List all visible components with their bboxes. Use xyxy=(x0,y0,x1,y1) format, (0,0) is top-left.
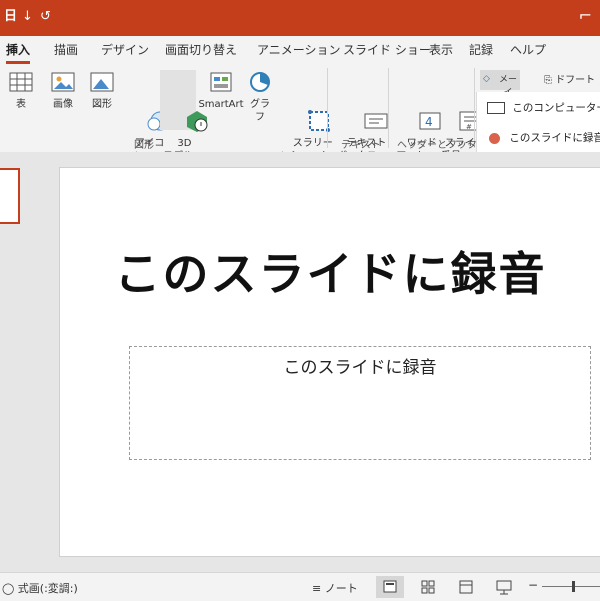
draft-button[interactable]: ⎘ ドフート xyxy=(544,74,600,87)
screenshot-icon xyxy=(287,96,331,132)
zoom-slider-thumb[interactable] xyxy=(572,581,575,592)
insert-3d-model-button[interactable]: 3D モデル xyxy=(160,70,208,162)
insert-shapes-button[interactable]: 図形 xyxy=(86,70,118,111)
3d-model-icon xyxy=(165,96,208,132)
status-bar: ◯ 式画(:変調:) ≡ ノート − xyxy=(0,572,600,601)
quick-access-redo-icon[interactable]: ↺ xyxy=(40,8,51,26)
recording-dropdown: このコンピューター上と このスライドに録音 xyxy=(476,92,600,152)
smartart-label: SmartArt xyxy=(198,99,244,110)
notes-icon: ≡ xyxy=(312,582,322,595)
tab-view[interactable]: 表示 xyxy=(429,42,453,58)
record-dot-icon xyxy=(489,132,500,144)
tab-draw[interactable]: 描画 xyxy=(54,42,78,58)
draft-label: ドフート xyxy=(555,75,596,86)
presentation-icon xyxy=(496,580,512,595)
chart-icon xyxy=(247,70,273,94)
window-control-icon[interactable]: ⌐ xyxy=(579,6,592,25)
subtitle-placeholder[interactable]: このスライドに録音 xyxy=(129,346,591,460)
slide-sorter-button[interactable] xyxy=(414,576,442,598)
svg-text:#: # xyxy=(466,123,472,131)
wordart-icon: 4 xyxy=(398,96,441,130)
comment-icon: ◇ xyxy=(483,74,490,84)
slide-number-icon: # xyxy=(438,96,481,131)
group-label-text: テキスト xyxy=(341,140,381,151)
insert-image-button[interactable]: 画像 xyxy=(48,70,78,111)
image-icon xyxy=(50,70,76,94)
zoom-out-icon[interactable]: − xyxy=(528,578,538,592)
normal-view-icon xyxy=(383,580,397,593)
shapes-label: 図形 xyxy=(92,99,112,110)
record-this-slide-option[interactable]: このスライドに録音 xyxy=(489,130,600,145)
comment-button[interactable]: ◇ メーイ xyxy=(480,70,520,98)
ribbon-separator xyxy=(327,68,328,148)
title-bar: 日 ↓ ↺ ⌐ xyxy=(0,0,600,36)
tab-record[interactable]: 記録 xyxy=(469,42,493,58)
tab-help[interactable]: ヘルプ xyxy=(510,42,546,58)
image-label: 画像 xyxy=(53,99,73,110)
app-icon: 日 xyxy=(4,9,18,24)
tab-slideshow[interactable]: スライド ショー xyxy=(343,42,431,58)
monitor-icon xyxy=(487,102,505,114)
ribbon-tabs: 挿入 描画 デザイン 画面切り替え アニメーション スライド ショー 表示 記録… xyxy=(0,36,600,64)
notes-button[interactable]: ≡ ノート xyxy=(312,580,358,596)
slide-thumbnail-pane xyxy=(0,152,36,572)
insert-chart-button[interactable]: グラフ xyxy=(246,70,274,124)
reading-view-icon xyxy=(459,580,473,594)
group-label-shapes: 図形 xyxy=(134,140,154,151)
smartart-icon xyxy=(208,70,234,94)
record-this-slide-label: このスライドに録音 xyxy=(509,132,600,144)
shapes-icon xyxy=(89,70,115,94)
chart-label: グラフ xyxy=(250,99,270,123)
notes-label: ノート xyxy=(324,582,358,595)
slide-thumbnail[interactable] xyxy=(0,168,20,224)
tab-insert[interactable]: 挿入 xyxy=(6,42,31,64)
table-icon xyxy=(8,70,34,94)
insert-table-button[interactable]: 表 xyxy=(6,70,36,111)
group-label-header-footer: ヘッダーとフッター xyxy=(397,140,487,151)
tab-animations[interactable]: アニメーション xyxy=(257,42,341,58)
grid-icon xyxy=(421,580,435,594)
reading-view-button[interactable] xyxy=(452,576,480,598)
slideshow-button[interactable] xyxy=(490,576,518,598)
slide-subtitle: このスライドに録音 xyxy=(283,358,437,378)
status-text: ◯ 式画(:変調:) xyxy=(2,582,78,595)
normal-view-button[interactable] xyxy=(376,576,404,598)
draft-icon: ⎘ xyxy=(544,75,552,86)
slide[interactable]: このスライドに録音 このスライドに録音 xyxy=(59,167,600,557)
quick-access-undo-icon[interactable]: ↓ xyxy=(22,8,33,26)
ribbon-separator xyxy=(388,68,389,148)
textbox-icon xyxy=(344,96,388,129)
zoom-slider[interactable] xyxy=(542,581,600,592)
slide-title[interactable]: このスライドに録音 xyxy=(60,238,600,304)
tab-design[interactable]: デザイン xyxy=(101,42,149,58)
insert-smartart-button[interactable]: SmartArt xyxy=(197,70,245,111)
record-from-computer-option[interactable]: このコンピューター上と xyxy=(487,100,600,115)
record-from-computer-label: このコンピューター上と xyxy=(512,102,600,114)
table-label: 表 xyxy=(16,99,26,110)
tab-transitions[interactable]: 画面切り替え xyxy=(165,42,237,58)
icons-icon xyxy=(126,96,170,131)
